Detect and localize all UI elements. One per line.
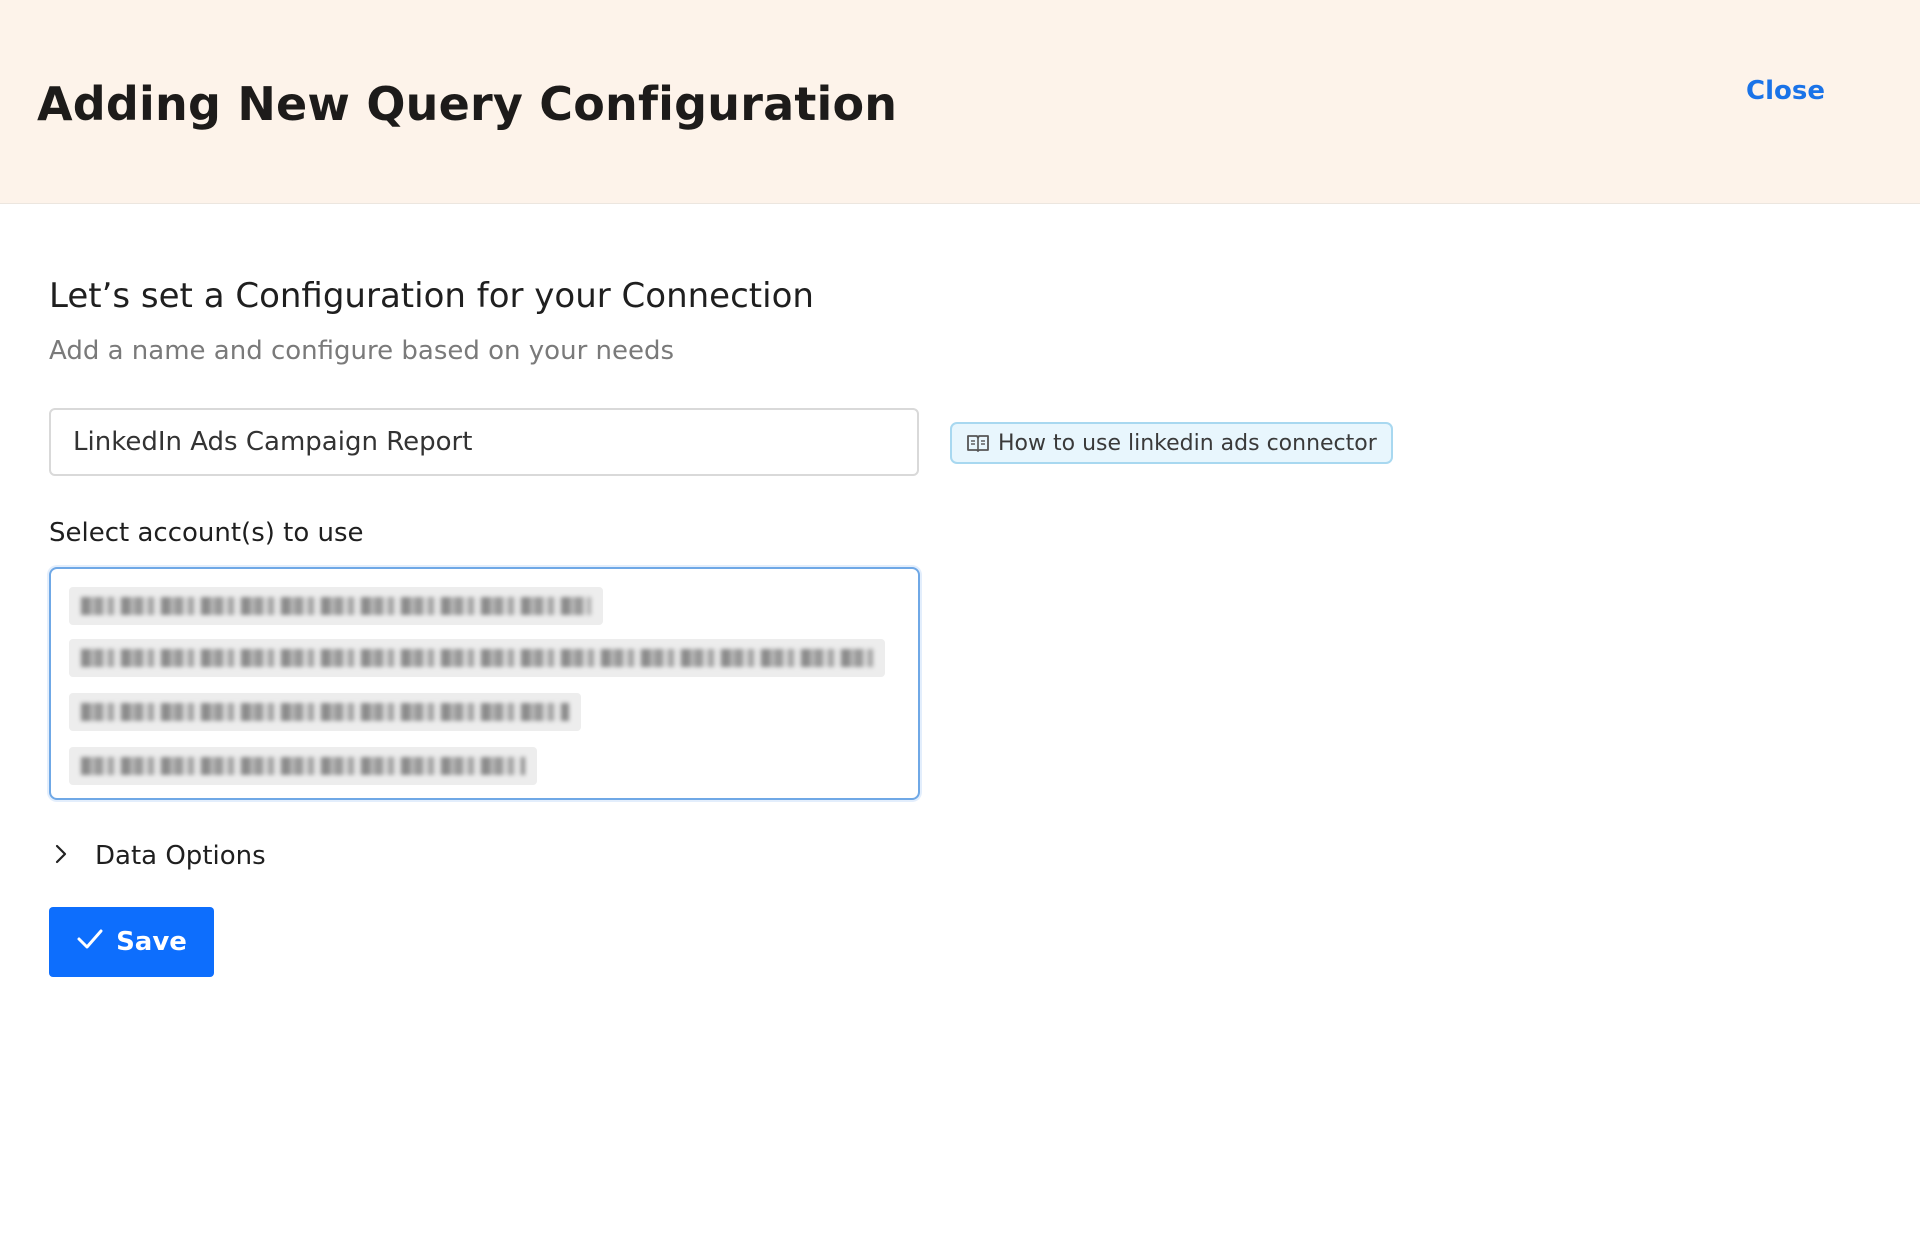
- section-subtitle: Add a name and configure based on your n…: [49, 336, 675, 366]
- page-title: Adding New Query Configuration: [37, 77, 898, 131]
- book-open-icon: [966, 433, 990, 453]
- accounts-label: Select account(s) to use: [49, 518, 364, 548]
- account-multiselect[interactable]: [49, 567, 920, 800]
- selected-account-chip[interactable]: [69, 587, 603, 625]
- section-title: Let’s set a Configuration for your Conne…: [49, 276, 814, 316]
- selected-account-chip[interactable]: [69, 693, 581, 731]
- help-connector-label: How to use linkedin ads connector: [998, 430, 1377, 456]
- selected-account-chip[interactable]: [69, 639, 885, 677]
- save-button[interactable]: Save: [49, 907, 214, 977]
- help-connector-button[interactable]: How to use linkedin ads connector: [950, 422, 1393, 464]
- close-link[interactable]: Close: [1746, 74, 1825, 108]
- modal-header: Adding New Query Configuration Close: [0, 0, 1920, 204]
- checkmark-icon: [76, 927, 104, 958]
- data-options-label: Data Options: [95, 841, 266, 871]
- save-label: Save: [116, 927, 187, 957]
- chevron-right-icon: [49, 842, 73, 870]
- data-options-toggle[interactable]: Data Options: [49, 838, 266, 874]
- selected-account-chip[interactable]: [69, 747, 537, 785]
- configuration-name-input[interactable]: [49, 408, 919, 476]
